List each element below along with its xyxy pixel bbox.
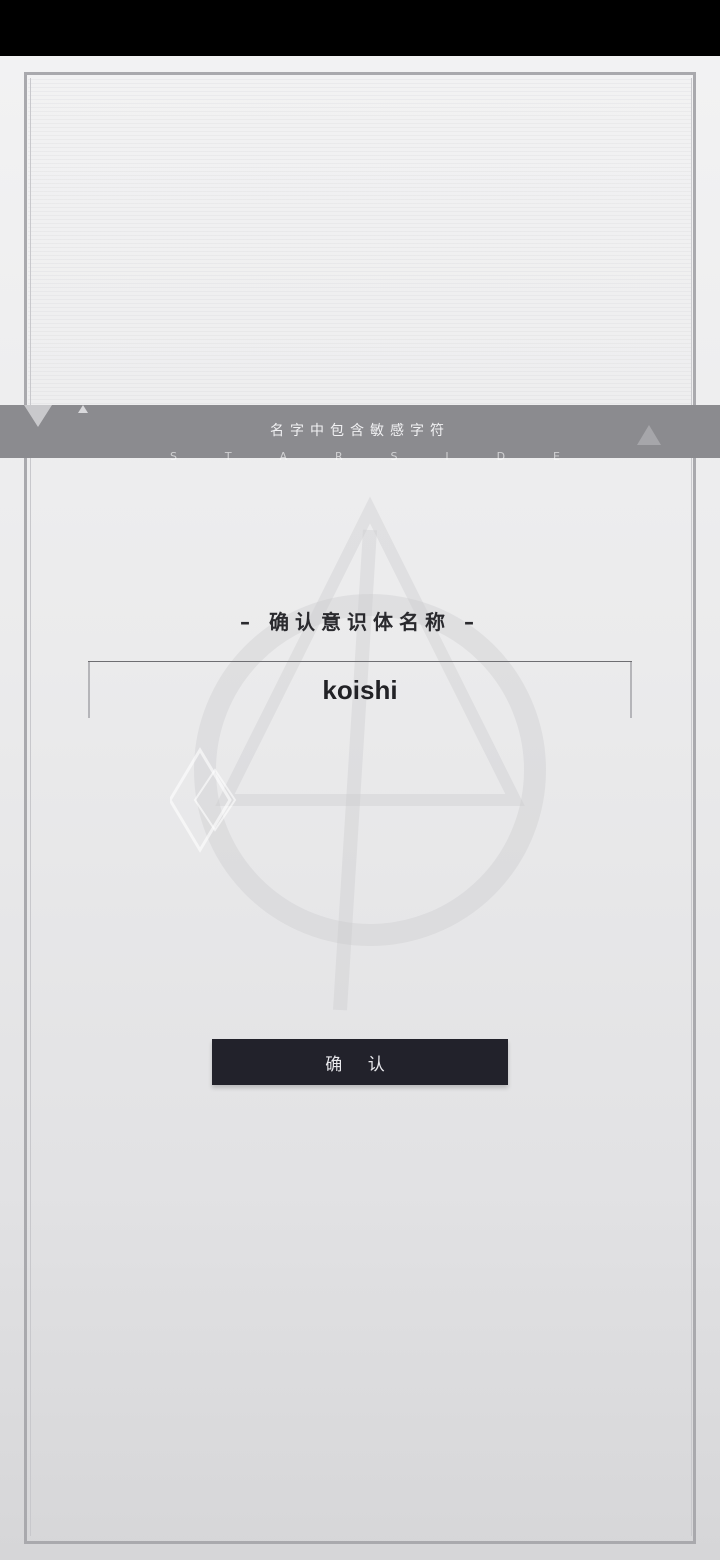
screen-frame-inner (30, 78, 692, 1536)
app-screen: 名字中包含敏感字符 S T A R S I D E – 确认意识体名称 – 确 … (0, 0, 720, 1560)
brand-letter: I (445, 450, 449, 463)
brand-letter: T (224, 450, 232, 463)
brand-letter: S (170, 450, 177, 463)
brand-letter: R (334, 450, 343, 463)
triangle-up-icon (637, 425, 661, 445)
status-bar (0, 0, 720, 56)
brand-letters: S T A R S I D E (170, 450, 560, 463)
name-input[interactable] (90, 662, 630, 718)
brand-letter: S (390, 450, 398, 463)
name-field-right-edge (630, 662, 632, 718)
confirm-button[interactable]: 确 认 (212, 1039, 508, 1085)
name-field-box (88, 661, 632, 718)
brand-letter: A (279, 450, 288, 463)
brand-letter: E (552, 450, 560, 463)
dialog-title: – 确认意识体名称 – (240, 610, 480, 634)
brand-letter: D (496, 450, 506, 463)
